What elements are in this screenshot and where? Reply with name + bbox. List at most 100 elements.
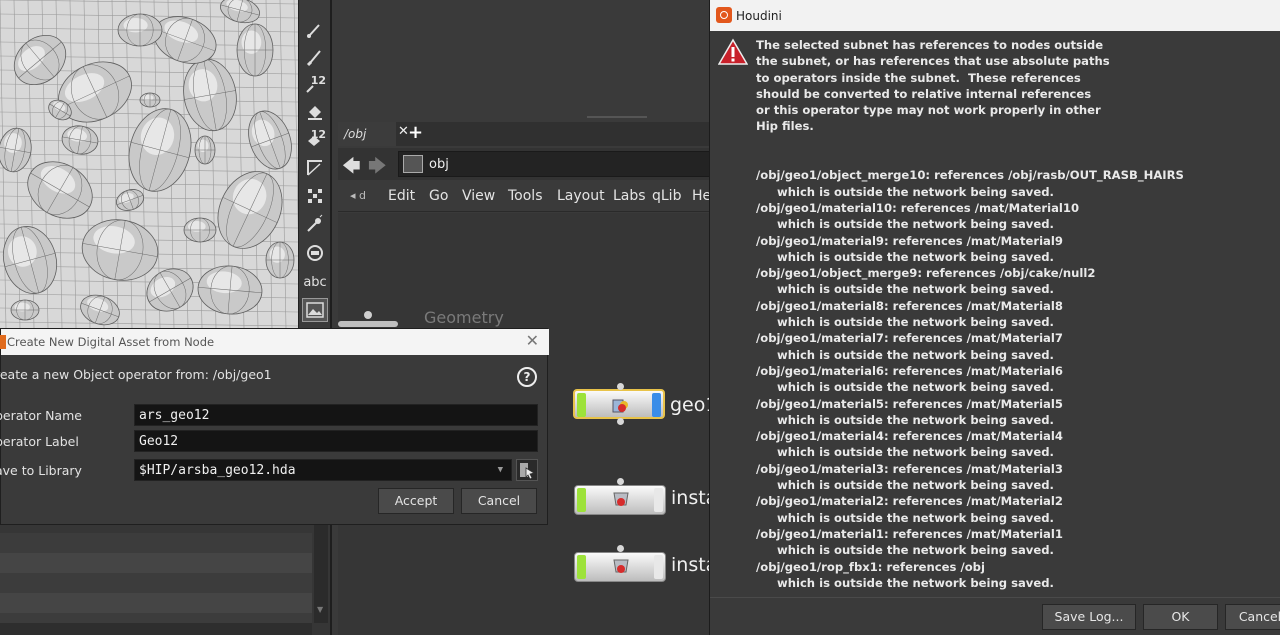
input-connector[interactable] xyxy=(617,478,624,485)
pane-splitter[interactable] xyxy=(587,116,647,118)
geometry-node-icon xyxy=(612,399,628,413)
ok-button[interactable]: OK xyxy=(1143,604,1218,630)
file-browse-button[interactable] xyxy=(516,459,538,481)
houdini-logo-icon xyxy=(716,7,732,23)
paint-bucket-icon[interactable] xyxy=(302,100,328,124)
network-path-field[interactable]: obj xyxy=(398,151,710,177)
add-tab-icon[interactable]: + xyxy=(408,122,423,143)
menu-qlib[interactable]: qLib xyxy=(652,188,681,204)
operator-name-field[interactable]: ars_geo12 xyxy=(134,404,538,426)
save-log-button[interactable]: Save Log... xyxy=(1042,604,1136,630)
menu-layout[interactable]: Layout xyxy=(557,188,605,204)
paint-number-alt-label: 12 xyxy=(310,128,326,141)
close-icon[interactable]: ✕ xyxy=(526,331,539,350)
output-connector[interactable] xyxy=(617,418,624,425)
menu-labs[interactable]: Labs xyxy=(613,188,646,204)
circle-icon[interactable] xyxy=(302,241,328,265)
scroll-down-icon[interactable]: ▼ xyxy=(317,605,323,614)
operator-name-label: perator Name xyxy=(0,408,82,423)
forward-arrow-icon[interactable]: 🡆 xyxy=(368,154,387,184)
reference-note-line: which is outside the network being saved… xyxy=(777,217,1054,232)
list-row[interactable] xyxy=(0,593,312,613)
window-title: Houdini xyxy=(736,9,782,23)
warning-message-line: The selected subnet has references to no… xyxy=(756,38,1104,52)
pin-icon[interactable] xyxy=(302,212,328,236)
reference-note-line: which is outside the network being saved… xyxy=(777,315,1054,330)
desktop: 12 12 abc ▼ /obj ✕ + 🡄 🡆 obj ◂ d Edit Go… xyxy=(0,0,1280,635)
display-flag[interactable] xyxy=(654,555,663,579)
bypass-flag[interactable] xyxy=(577,488,586,512)
menu-tools[interactable]: Tools xyxy=(508,188,543,204)
tab-obj[interactable]: /obj xyxy=(338,122,396,146)
reference-path-line: /obj/geo1/material1: references /mat/Mat… xyxy=(756,526,1063,541)
chevron-down-icon[interactable]: ▼ xyxy=(498,465,503,475)
list-row[interactable] xyxy=(0,553,312,573)
reference-note-line: which is outside the network being saved… xyxy=(777,478,1054,493)
reference-path-line: /obj/geo1/material5: references /mat/Mat… xyxy=(756,396,1063,411)
input-connector[interactable] xyxy=(617,383,624,390)
save-to-library-field[interactable]: $HIP/arsba_geo12.hda ▼ xyxy=(134,459,512,481)
reference-path-line: /obj/geo1/object_merge9: references /obj… xyxy=(756,266,1096,281)
geometry-node-partial[interactable] xyxy=(338,321,398,327)
menu-scroll-left[interactable]: ◂ d xyxy=(350,189,366,202)
dialog-title: Create New Digital Asset from Node xyxy=(7,335,215,349)
reference-path-line: /obj/geo1/object_merge10: references /ob… xyxy=(756,168,1184,183)
warning-message-line: the subnet, or has references that use a… xyxy=(756,54,1110,69)
instance-node-icon xyxy=(613,492,629,506)
create-digital-asset-dialog: Create New Digital Asset from Node ✕ rea… xyxy=(0,328,549,525)
pen-icon[interactable] xyxy=(302,45,328,69)
list-scrollbar[interactable]: ▼ xyxy=(314,523,328,623)
paint-number-label: 12 xyxy=(310,74,326,87)
menu-go[interactable]: Go xyxy=(429,188,448,204)
paint-number-alt-icon[interactable]: 12 xyxy=(302,128,328,152)
reference-note-line: which is outside the network being saved… xyxy=(777,282,1054,297)
houdini-message-window: Houdini The selected subnet has referenc… xyxy=(709,0,1280,635)
geometry-node-connector[interactable] xyxy=(364,311,372,319)
input-connector[interactable] xyxy=(617,545,624,552)
dialog-title-bar[interactable]: Create New Digital Asset from Node ✕ xyxy=(0,329,549,355)
image-icon[interactable] xyxy=(302,298,328,322)
reference-note-line: which is outside the network being saved… xyxy=(777,510,1054,525)
operator-label-field[interactable]: Geo12 xyxy=(134,430,538,452)
reference-path-line: /obj/geo1/material6: references /mat/Mat… xyxy=(756,363,1063,378)
viewport-3d[interactable] xyxy=(0,0,298,328)
bypass-flag[interactable] xyxy=(577,555,586,579)
cancel-button[interactable]: Cancel xyxy=(1225,604,1280,630)
reference-note-line: which is outside the network being saved… xyxy=(777,249,1054,264)
operator-label-label: perator Label xyxy=(0,434,79,449)
cancel-button[interactable]: Cancel xyxy=(461,488,537,514)
back-arrow-icon[interactable]: 🡄 xyxy=(342,154,361,184)
points-icon[interactable] xyxy=(302,184,328,208)
mesh-render xyxy=(0,0,298,328)
warning-message-line: Hip files. xyxy=(756,119,814,134)
instance-node-icon xyxy=(613,559,629,573)
display-flag[interactable] xyxy=(654,488,663,512)
text-icon[interactable]: abc xyxy=(302,270,328,294)
display-flag[interactable] xyxy=(652,393,661,417)
save-to-library-value: $HIP/arsba_geo12.hda xyxy=(139,463,296,478)
list-row[interactable] xyxy=(0,573,312,593)
path-bar: 🡄 🡆 obj xyxy=(338,148,710,180)
node-geo1[interactable] xyxy=(573,383,665,425)
warning-intro: The selected subnet has references to no… xyxy=(756,37,1266,135)
menu-edit[interactable]: Edit xyxy=(388,188,415,204)
menu-view[interactable]: View xyxy=(462,188,495,204)
angle-icon[interactable] xyxy=(302,156,328,180)
help-icon[interactable]: ? xyxy=(517,367,537,387)
network-top-area xyxy=(332,0,712,120)
save-to-library-label: ave to Library xyxy=(0,463,82,478)
dialog-description: reate a new Object operator from: /obj/g… xyxy=(0,367,272,382)
horizontal-scrollbar[interactable] xyxy=(0,623,312,635)
window-title-bar[interactable]: Houdini xyxy=(710,0,1280,31)
node-instance-1[interactable] xyxy=(574,478,666,515)
pane-tab-bar: /obj ✕ + xyxy=(338,122,710,146)
list-row[interactable] xyxy=(0,533,312,553)
accept-button[interactable]: Accept xyxy=(378,488,454,514)
node-instance-2[interactable] xyxy=(574,545,666,582)
reference-path-line: /obj/geo1/rop_fbx1: references /obj xyxy=(756,559,985,574)
bypass-flag[interactable] xyxy=(577,393,586,417)
brush-icon[interactable] xyxy=(302,18,328,42)
geometry-network-label: Geometry xyxy=(424,308,504,327)
paint-number-icon[interactable]: 12 xyxy=(302,72,328,96)
